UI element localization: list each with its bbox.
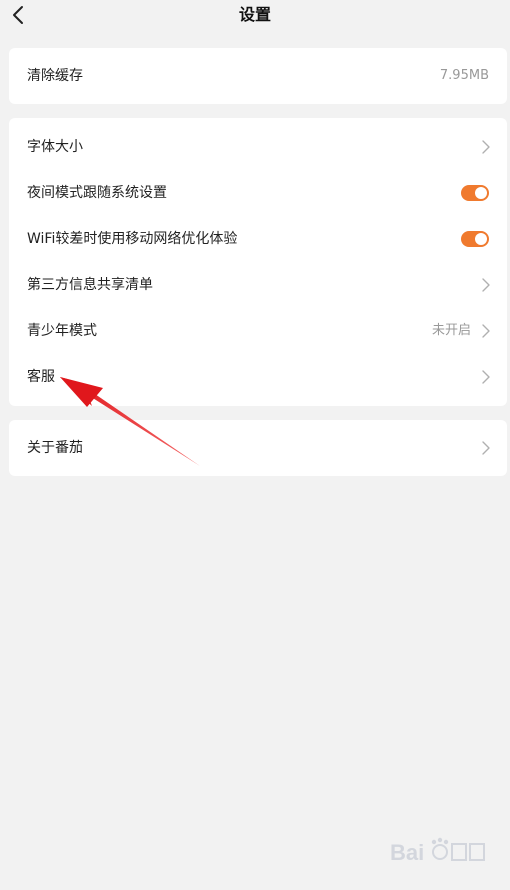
teen-mode-status: 未开启 — [431, 323, 471, 338]
customer-service-label: 客服 — [27, 369, 55, 385]
wifi-optimize-label: WiFi较差时使用移动网络优化体验 — [27, 231, 238, 247]
chevron-right-icon — [482, 278, 490, 292]
chevron-right-icon — [482, 140, 490, 154]
cache-size-value: 7.95MB — [439, 68, 489, 83]
wifi-optimize-row: WiFi较差时使用移动网络优化体验 — [9, 216, 507, 262]
clear-cache-card: 清除缓存 7.95MB — [9, 48, 507, 104]
teen-mode-row[interactable]: 青少年模式 未开启 — [9, 308, 507, 354]
about-card: 关于番茄 — [9, 420, 507, 476]
clear-cache-label: 清除缓存 — [27, 68, 83, 84]
customer-service-row[interactable]: 客服 — [9, 354, 507, 400]
wifi-optimize-toggle[interactable] — [461, 231, 489, 247]
chevron-right-icon — [482, 324, 490, 338]
font-size-label: 字体大小 — [27, 139, 83, 155]
night-mode-row: 夜间模式跟随系统设置 — [9, 170, 507, 216]
chevron-right-icon — [482, 441, 490, 455]
about-row[interactable]: 关于番茄 — [9, 420, 507, 476]
toggle-knob — [475, 187, 487, 199]
clear-cache-row[interactable]: 清除缓存 7.95MB — [9, 48, 507, 104]
third-party-info-label: 第三方信息共享清单 — [27, 277, 153, 293]
page-title: 设置 — [238, 5, 271, 24]
third-party-info-row[interactable]: 第三方信息共享清单 — [9, 262, 507, 308]
toggle-knob — [475, 233, 487, 245]
font-size-row[interactable]: 字体大小 — [9, 124, 507, 170]
night-mode-label: 夜间模式跟随系统设置 — [27, 185, 167, 201]
chevron-right-icon — [482, 370, 490, 384]
teen-mode-label: 青少年模式 — [27, 323, 97, 339]
baidu-watermark-icon: Bai — [390, 837, 485, 865]
about-label: 关于番茄 — [27, 440, 83, 456]
night-mode-toggle[interactable] — [461, 185, 489, 201]
header: 设置 — [0, 0, 510, 32]
svg-text:Bai: Bai — [390, 840, 424, 865]
settings-card: 字体大小 夜间模式跟随系统设置 WiFi较差时使用移动网络优化体验 第三方信息共… — [9, 118, 507, 406]
